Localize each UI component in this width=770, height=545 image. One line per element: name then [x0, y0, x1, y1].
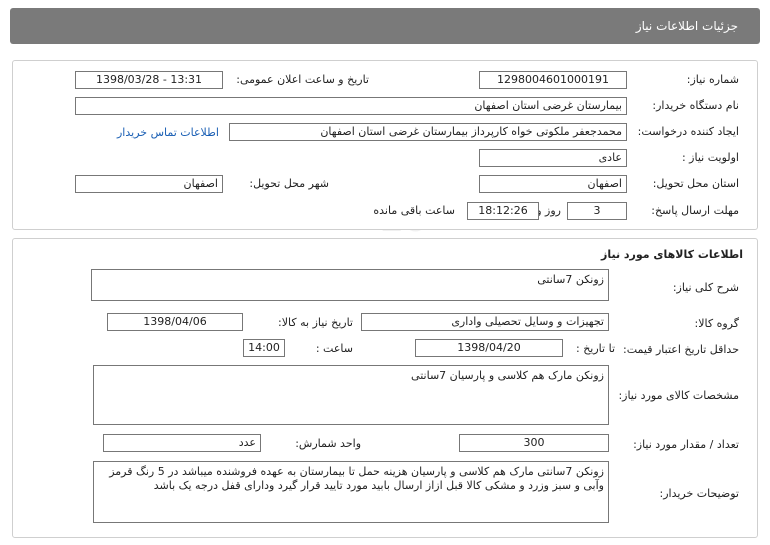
- deadline-label: مهلت ارسال پاسخ:: [651, 204, 739, 217]
- notes-field: زونکن 7سانتی مارک هم کلاسی و پارسیان هزی…: [93, 461, 609, 523]
- qty-field: 300: [459, 434, 609, 452]
- deadline-days-field: 3: [567, 202, 627, 220]
- goods-info-panel: اطلاعات کالاهای مورد نیاز شرح کلی نیاز: …: [12, 238, 758, 538]
- min-valid-label: حداقل تاریخ اعتبار قیمت:: [623, 343, 739, 356]
- specs-field: زونکن مارک هم کلاسی و پارسیان 7سانتی: [93, 365, 609, 425]
- goods-section-title: اطلاعات کالاهای مورد نیاز: [601, 248, 743, 261]
- qty-label: تعداد / مقدار مورد نیاز:: [633, 438, 739, 451]
- requester-field: محمدجعفر ملکوتی خواه کارپرداز بیمارستان …: [229, 123, 627, 141]
- group-field: تجهیزات و وسایل تحصیلی واداری: [361, 313, 609, 331]
- deadline-time-field: 18:12:26: [467, 202, 539, 220]
- priority-label: اولویت نیاز :: [681, 151, 739, 164]
- province-field: اصفهان: [479, 175, 627, 193]
- buyer-label: نام دستگاه خریدار:: [652, 99, 739, 112]
- specs-label: مشخصات کالای مورد نیاز:: [618, 389, 739, 402]
- time-field: 14:00: [243, 339, 285, 357]
- city-label: شهر محل تحویل:: [249, 177, 329, 190]
- days-text: روز و: [536, 204, 561, 217]
- city-field: اصفهان: [75, 175, 223, 193]
- unit-label: واحد شمارش:: [295, 437, 361, 450]
- need-date-label: تاریخ نیاز به کالا:: [278, 316, 353, 329]
- unit-field: عدد: [103, 434, 261, 452]
- desc-field: زونکن 7سانتی: [91, 269, 609, 301]
- need-number-field: 1298004601000191: [479, 71, 627, 89]
- notes-label: توضیحات خریدار:: [659, 487, 740, 500]
- need-number-label: شماره نیاز:: [686, 73, 739, 86]
- remaining-text: ساعت باقی مانده: [373, 204, 455, 217]
- buyer-field: بیمارستان غرضی استان اصفهان: [75, 97, 627, 115]
- page-header: جزئیات اطلاعات نیاز: [10, 8, 760, 44]
- until-date-label: تا تاریخ :: [576, 342, 615, 355]
- announce-label: تاریخ و ساعت اعلان عمومی:: [236, 73, 369, 86]
- need-info-panel: شماره نیاز: 1298004601000191 تاریخ و ساع…: [12, 60, 758, 230]
- announce-field: 1398/03/28 - 13:31: [75, 71, 223, 89]
- priority-field: عادی: [479, 149, 627, 167]
- buyer-contact-link[interactable]: اطلاعات تماس خریدار: [117, 126, 219, 139]
- page-title: جزئیات اطلاعات نیاز: [635, 19, 738, 33]
- group-label: گروه کالا:: [694, 317, 739, 330]
- province-label: استان محل تحویل:: [652, 177, 739, 190]
- time-label: ساعت :: [315, 342, 353, 355]
- need-date-field: 1398/04/06: [107, 313, 243, 331]
- until-date-field: 1398/04/20: [415, 339, 563, 357]
- desc-label: شرح کلی نیاز:: [672, 281, 739, 294]
- requester-label: ایجاد کننده درخواست:: [637, 125, 739, 138]
